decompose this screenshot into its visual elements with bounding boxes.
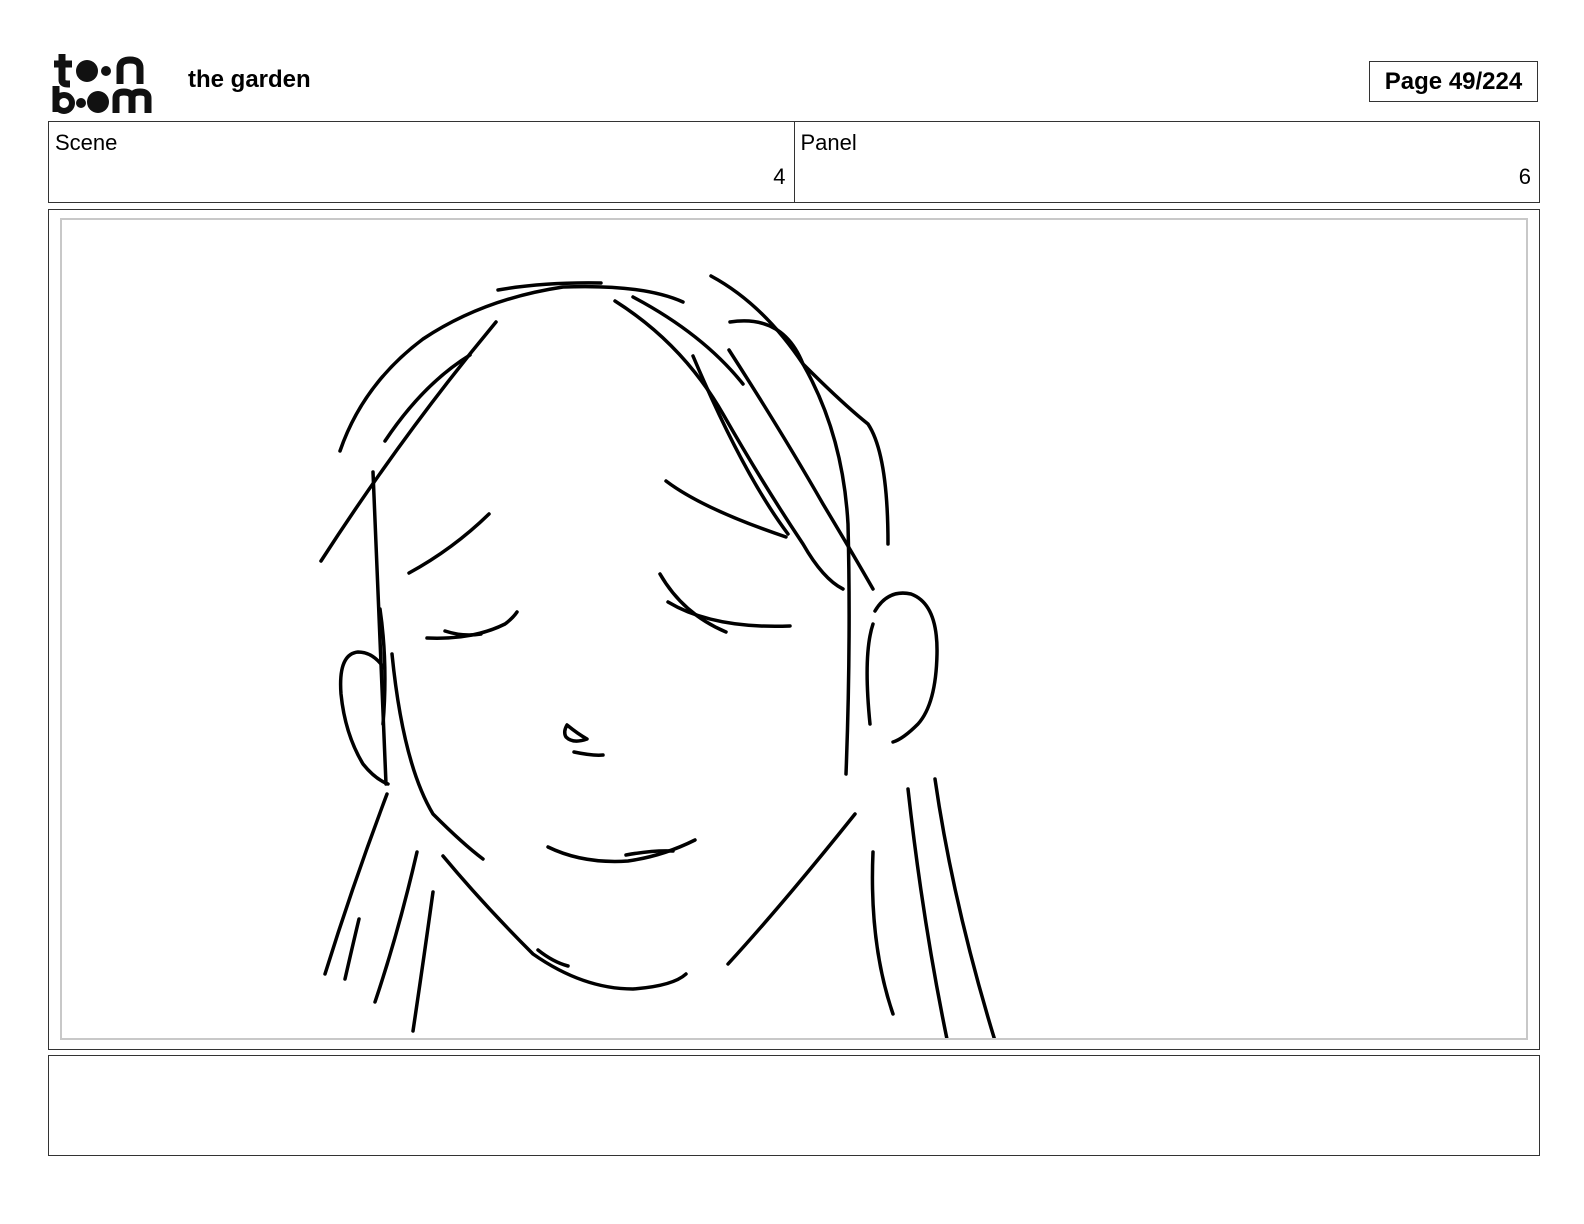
- toonboom-logo: [50, 50, 166, 114]
- toonboom-logo-mark: [52, 54, 152, 114]
- panel-label: Panel: [800, 130, 857, 155]
- project-title: the garden: [188, 66, 311, 93]
- page-label: Page: [1384, 67, 1443, 95]
- page-indicator: Page 49/224: [1369, 61, 1538, 102]
- storyboard-frame: [48, 209, 1540, 1050]
- scene-label: Scene: [55, 130, 118, 155]
- panel-info-table: Scene 4 Panel 6: [48, 121, 1540, 203]
- page-number: 49/224: [1448, 67, 1523, 95]
- panel-value: 6: [1518, 164, 1531, 189]
- panel-cell: Panel 6: [793, 122, 1540, 202]
- panel-notes-box: [48, 1055, 1540, 1156]
- scene-value: 4: [773, 164, 786, 189]
- scene-cell: Scene 4: [49, 122, 794, 202]
- face-sketch-drawing: [319, 274, 997, 1038]
- storyboard-drawing-area: [60, 218, 1528, 1040]
